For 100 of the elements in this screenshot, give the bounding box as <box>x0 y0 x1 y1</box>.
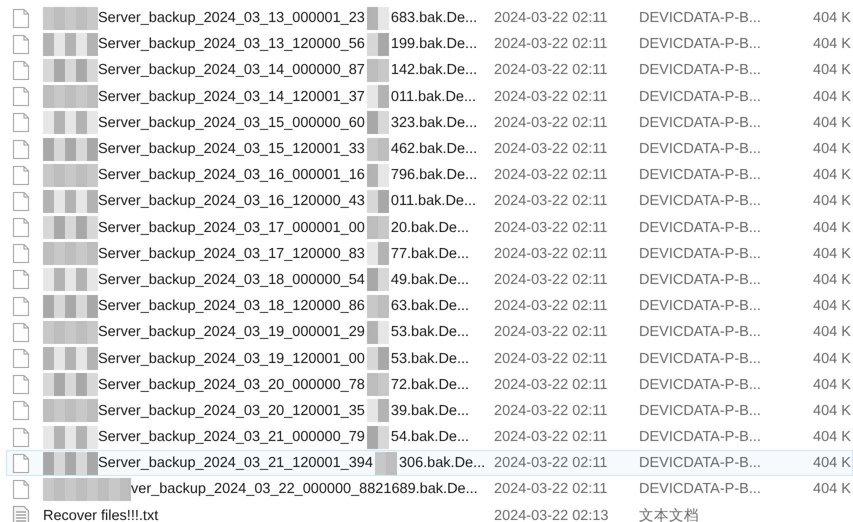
redaction-mosaic <box>43 242 98 266</box>
file-row[interactable]: Server_backup_2024_03_18_120000_86 63.bak.De... 2024-03-22 02:11 DEVICDATA-P-B... 404 K <box>6 293 853 320</box>
redaction-mosaic <box>366 320 389 344</box>
redaction-mosaic <box>43 138 98 161</box>
file-row[interactable]: Server_backup_2024_03_21_120001_394 306.bak.De... 2024-03-22 02:11 DEVICDATA-P-B... 404 K <box>6 450 853 476</box>
file-size: 404 K <box>813 220 852 236</box>
file-icon <box>13 296 29 316</box>
file-type: DEVICDATA-P-B... <box>639 167 762 184</box>
file-row[interactable]: Server_backup_2024_03_19_120001_00 53.bak.De... 2024-03-22 02:11 DEVICDATA-P-B... 404 K <box>6 345 853 372</box>
modified-date: 2024-03-22 02:11 <box>494 481 608 498</box>
file-icon <box>13 322 29 342</box>
file-row[interactable]: Server_backup_2024_03_18_000000_54 49.bak.De... 2024-03-22 02:11 DEVICDATA-P-B... 404 K <box>6 266 853 294</box>
modified-date: 2024-03-22 02:11 <box>494 429 608 446</box>
file-icon <box>13 349 29 368</box>
file-name: 54.bak.De... <box>390 429 470 446</box>
file-row[interactable]: Server_backup_2024_03_17_120000_83 77.bak.De... 2024-03-22 02:11 DEVICDATA-P-B... 404 K <box>6 240 853 267</box>
redaction-mosaic <box>366 6 389 30</box>
file-row[interactable]: Server_backup_2024_03_15_000000_60 323.bak.De... 2024-03-22 02:11 DEVICDATA-P-B... 404 K <box>6 110 853 136</box>
file-type: DEVICDATA-P-B... <box>639 141 762 158</box>
modified-date: 2024-03-22 02:11 <box>494 272 608 288</box>
file-row[interactable]: ver_backup_2024_03_22_000000_8821689.bak.De... 2024-03-22 02:11 DEVICDATA-P-B... 404 K <box>6 476 853 503</box>
file-icon <box>13 166 29 185</box>
redaction-mosaic <box>366 216 389 240</box>
file-name: Server_backup_2024_03_19_120001_00 <box>98 350 365 367</box>
file-size: 404 K <box>813 10 852 26</box>
redaction-mosaic <box>43 6 98 30</box>
file-name: 683.bak.De... <box>390 10 478 26</box>
modified-date: 2024-03-22 02:11 <box>494 455 608 472</box>
file-name: 011.bak.De... <box>390 193 476 210</box>
modified-date: 2024-03-22 02:11 <box>494 402 608 419</box>
redaction-mosaic <box>43 164 98 187</box>
file-name: 462.bak.De... <box>390 141 478 158</box>
file-row[interactable]: Recover files!!!.txt 2024-03-22 02:13 文本文档 <box>6 502 853 522</box>
modified-date: 2024-03-22 02:11 <box>494 167 608 184</box>
file-size: 404 K <box>813 429 852 446</box>
file-type: DEVICDATA-P-B... <box>639 114 762 131</box>
file-name: Server_backup_2024_03_21_120001_394 <box>98 455 373 472</box>
file-name: 77.bak.De... <box>390 246 470 262</box>
redaction-mosaic <box>366 32 389 56</box>
file-row[interactable]: Server_backup_2024_03_16_000001_16 796.bak.De... 2024-03-22 02:11 DEVICDATA-P-B... 404 K <box>6 162 853 188</box>
redaction-mosaic <box>43 32 98 56</box>
redaction-mosaic <box>366 294 389 318</box>
file-name: Server_backup_2024_03_20_120001_35 <box>98 402 365 419</box>
redaction-mosaic <box>366 268 389 292</box>
redaction-mosaic <box>366 190 389 213</box>
file-name: Server_backup_2024_03_13_120000_56 <box>98 36 365 52</box>
file-name: 011.bak.De... <box>390 88 476 105</box>
modified-date: 2024-03-22 02:11 <box>494 62 608 78</box>
file-row[interactable]: Server_backup_2024_03_13_000001_23 683.bak.De... 2024-03-22 02:11 DEVICDATA-P-B... 404 K <box>6 5 853 32</box>
file-name: Server_backup_2024_03_14_120001_37 <box>98 88 365 105</box>
file-row[interactable]: Server_backup_2024_03_16_120000_43 011.bak.De... 2024-03-22 02:11 DEVICDATA-P-B... 404 K <box>6 188 853 214</box>
file-row[interactable]: Server_backup_2024_03_20_120001_35 39.bak.De... 2024-03-22 02:11 DEVICDATA-P-B... 404 K <box>6 398 853 424</box>
file-name: Server_backup_2024_03_14_000000_87 <box>98 62 365 78</box>
file-size: 404 K <box>813 376 852 393</box>
file-name: Recover files!!!.txt <box>43 508 158 522</box>
file-name: Server_backup_2024_03_20_000000_78 <box>98 376 365 393</box>
file-name: 20.bak.De... <box>390 220 470 236</box>
file-size: 404 K <box>813 141 852 158</box>
file-name: 72.bak.De... <box>390 376 470 393</box>
file-name: Server_backup_2024_03_18_120000_86 <box>98 298 365 314</box>
file-name: 53.bak.De... <box>390 324 470 340</box>
file-name: 199.bak.De... <box>390 36 478 52</box>
file-type: DEVICDATA-P-B... <box>639 376 762 393</box>
file-type: DEVICDATA-P-B... <box>639 324 762 340</box>
file-row[interactable]: Server_backup_2024_03_17_000001_00 20.bak.De... 2024-03-22 02:11 DEVICDATA-P-B... 404 K <box>6 214 853 241</box>
file-row[interactable]: Server_backup_2024_03_19_000001_29 53.bak.De... 2024-03-22 02:11 DEVICDATA-P-B... 404 K <box>6 319 853 346</box>
file-name: 39.bak.De... <box>390 402 470 419</box>
file-type: DEVICDATA-P-B... <box>639 246 762 262</box>
file-size: 404 K <box>813 114 852 131</box>
redaction-mosaic <box>366 373 389 396</box>
file-icon <box>13 270 29 290</box>
file-row[interactable]: Server_backup_2024_03_13_120000_56 199.bak.De... 2024-03-22 02:11 DEVICDATA-P-B... 404 K <box>6 31 853 58</box>
file-row[interactable]: Server_backup_2024_03_15_120001_33 462.bak.De... 2024-03-22 02:11 DEVICDATA-P-B... 404 K <box>6 136 853 162</box>
file-icon <box>13 87 29 106</box>
file-name: 142.bak.De... <box>390 62 478 78</box>
redaction-mosaic <box>366 347 389 370</box>
file-size: 404 K <box>813 167 852 184</box>
file-type: DEVICDATA-P-B... <box>639 62 762 78</box>
file-row[interactable]: Server_backup_2024_03_14_000000_87 142.bak.De... 2024-03-22 02:11 DEVICDATA-P-B... 404 K <box>6 57 853 84</box>
redaction-mosaic <box>43 190 98 213</box>
file-type: 文本文档 <box>639 507 700 522</box>
redaction-mosaic <box>43 399 98 422</box>
file-icon <box>13 401 29 420</box>
redaction-mosaic <box>366 426 389 449</box>
file-icon <box>13 244 29 264</box>
file-row[interactable]: Server_backup_2024_03_14_120001_37 011.bak.De... 2024-03-22 02:11 DEVICDATA-P-B... 404 K <box>6 84 853 110</box>
file-icon <box>13 113 29 132</box>
file-icon <box>13 60 29 80</box>
file-type: DEVICDATA-P-B... <box>639 193 762 210</box>
file-type: DEVICDATA-P-B... <box>639 402 762 419</box>
file-row[interactable]: Server_backup_2024_03_21_000000_79 54.bak.De... 2024-03-22 02:11 DEVICDATA-P-B... 404 K <box>6 424 853 450</box>
redaction-mosaic <box>366 111 389 134</box>
redaction-mosaic <box>43 426 98 449</box>
file-type: DEVICDATA-P-B... <box>639 298 762 314</box>
modified-date: 2024-03-22 02:11 <box>494 246 608 262</box>
modified-date: 2024-03-22 02:11 <box>494 376 608 393</box>
file-size: 404 K <box>813 88 852 105</box>
file-row[interactable]: Server_backup_2024_03_20_000000_78 72.bak.De... 2024-03-22 02:11 DEVICDATA-P-B... 404 K <box>6 372 853 398</box>
redaction-mosaic <box>366 138 389 161</box>
file-name: Server_backup_2024_03_17_120000_83 <box>98 246 365 262</box>
